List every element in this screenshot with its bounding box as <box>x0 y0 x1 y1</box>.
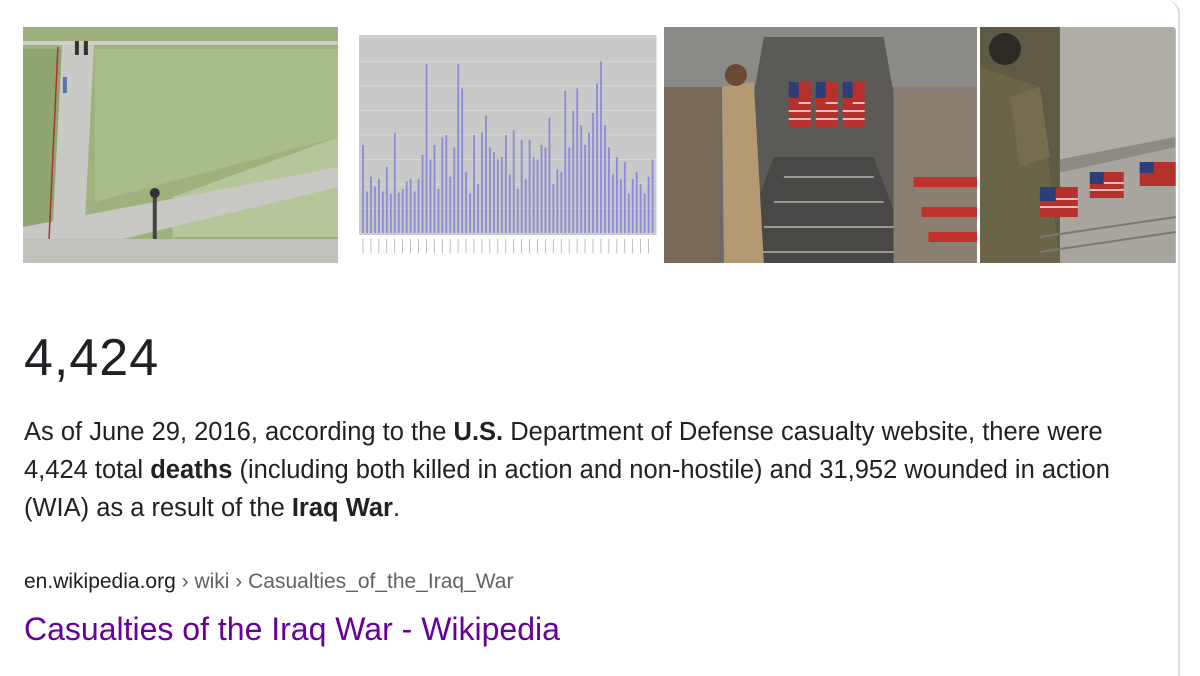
caskets-salute-image[interactable] <box>980 27 1176 263</box>
breadcrumb-wiki: wiki <box>194 570 230 593</box>
casualty-bar-chart <box>341 27 661 263</box>
desc-bold-deaths: deaths <box>150 456 233 484</box>
chart-bar <box>652 159 654 233</box>
breadcrumb-separator: › <box>229 570 249 593</box>
chart-bar <box>489 147 492 233</box>
chart-bar <box>568 147 571 233</box>
chart-bar <box>406 181 409 233</box>
chart-bar <box>374 186 377 233</box>
chart-bar <box>362 144 365 233</box>
desc-text-1: As of June 29, 2016, according to the <box>24 418 454 446</box>
chart-bar <box>576 88 579 233</box>
chart-bar <box>461 88 464 233</box>
chart-bar <box>386 166 389 233</box>
breadcrumb-separator: › <box>175 570 195 593</box>
cargo-plane-image[interactable] <box>663 27 978 263</box>
chart-bar <box>564 90 567 234</box>
chart-bar <box>636 171 639 233</box>
chart-bar <box>552 184 555 233</box>
breadcrumb-page: Casualties_of_the_Iraq_War <box>248 570 514 593</box>
chart-bar <box>628 193 631 233</box>
chart-bar <box>485 115 488 233</box>
chart-bar <box>394 132 397 233</box>
bar-chart-image[interactable] <box>341 27 661 263</box>
chart-bar <box>584 144 587 233</box>
chart-bar <box>648 176 650 233</box>
chart-bar <box>616 157 619 233</box>
chart-bar <box>481 132 484 233</box>
chart-bar <box>537 159 539 233</box>
chart-bar <box>525 179 527 233</box>
chart-bar <box>473 135 476 233</box>
chart-bar <box>398 192 401 233</box>
snippet-description: As of June 29, 2016, according to the U.… <box>24 413 1134 527</box>
chart-bar <box>620 179 623 233</box>
chart-bar <box>604 125 607 233</box>
chart-bar <box>469 193 472 233</box>
chart-bar <box>529 139 531 233</box>
chart-bar <box>410 179 412 233</box>
source-domain: en.wikipedia.org <box>24 570 176 593</box>
chart-bar <box>608 147 611 233</box>
chart-bar <box>453 147 456 233</box>
chart-bar <box>640 184 643 233</box>
chart-bar <box>441 137 444 233</box>
chart-bar <box>493 152 496 233</box>
desc-bold-us: U.S. <box>453 418 504 446</box>
chart-bar <box>549 117 551 233</box>
chart-bar <box>580 125 583 233</box>
desc-text-4: . <box>392 494 401 522</box>
chart-bar <box>513 130 516 233</box>
chart-bar <box>449 176 452 233</box>
answer-value: 4,424 <box>24 329 160 387</box>
chart-bar <box>501 157 504 233</box>
chart-bar <box>457 63 460 234</box>
chart-bar <box>521 139 524 233</box>
chart-bar <box>596 83 599 233</box>
result-title-link[interactable]: Casualties of the Iraq War - Wikipedia <box>24 611 560 648</box>
chart-bar <box>434 144 436 233</box>
chart-bar <box>509 174 512 233</box>
chart-bar <box>556 169 559 233</box>
chart-bar <box>437 188 440 233</box>
chart-bar <box>477 184 480 233</box>
chart-bar <box>402 188 405 233</box>
chart-bar <box>505 135 508 233</box>
cemetery-aerial-image[interactable] <box>23 27 339 263</box>
chart-bar <box>422 154 424 233</box>
chart-bar <box>541 144 543 233</box>
chart-bar <box>545 147 547 233</box>
chart-bar <box>390 193 393 233</box>
chart-bar <box>430 159 432 233</box>
chart-bar <box>517 188 520 233</box>
chart-bar <box>465 171 468 233</box>
source-breadcrumb: en.wikipedia.org › wiki › Casualties_of_… <box>24 570 513 594</box>
chart-bar <box>418 179 420 233</box>
chart-bar <box>588 132 591 233</box>
chart-bar <box>592 112 595 233</box>
chart-bar <box>382 191 385 233</box>
chart-bar <box>644 193 646 233</box>
chart-bar <box>414 191 416 233</box>
chart-bar <box>560 171 563 233</box>
chart-bar <box>624 161 627 233</box>
chart-bar <box>497 159 500 233</box>
image-gallery[interactable] <box>23 27 1176 263</box>
chart-bar <box>426 63 428 234</box>
chart-bar <box>533 157 535 233</box>
featured-snippet-card: 4,424 As of June 29, 2016, according to … <box>0 0 1180 676</box>
chart-bar <box>572 110 575 233</box>
chart-bar <box>612 174 615 233</box>
desc-bold-iraq-war: Iraq War <box>291 494 393 522</box>
chart-bar <box>600 61 603 233</box>
chart-bar <box>370 176 373 233</box>
chart-bar <box>632 179 635 233</box>
chart-bar <box>445 135 448 233</box>
chart-bar <box>366 191 369 233</box>
chart-bar <box>378 179 381 233</box>
